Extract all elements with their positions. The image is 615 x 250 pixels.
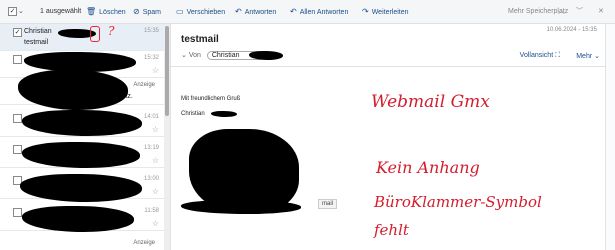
mail-time: 14:01 <box>143 114 159 120</box>
redaction <box>249 51 283 60</box>
close-preview-button[interactable]: ✕ <box>598 0 604 24</box>
mail-time: 15:35 <box>143 28 159 34</box>
right-sidebar <box>605 24 615 250</box>
expand-icon: ⛶ <box>555 52 560 59</box>
body-signature: Christian <box>181 111 205 117</box>
selected-count: 1 ausgewählt <box>40 8 82 15</box>
delete-label: Löschen <box>99 9 126 16</box>
mail-subject: testmail <box>24 39 49 46</box>
close-icon: ✕ <box>598 8 604 15</box>
reply-icon: ↶ <box>235 7 242 16</box>
more-label: Mehr <box>576 53 593 60</box>
more-button[interactable]: Mehr ⌄ <box>576 52 600 60</box>
expand-chevron-icon[interactable]: ⌄ <box>181 52 187 59</box>
delete-button[interactable]: 🗑 Löschen <box>86 0 126 24</box>
header-divider <box>171 66 615 67</box>
mail-list: Christian 15:35 testmail 15:32 ☆ Anzeige… <box>0 24 171 250</box>
ad-badge: Anzeige <box>131 240 157 246</box>
chevron-up-icon: ︿ <box>558 8 565 15</box>
body-greeting: Mit freundlichem Gruß <box>181 96 241 102</box>
reply-all-label: Allen Antworten <box>299 9 349 16</box>
annotation-title: Webmail Gmx <box>371 92 490 112</box>
chevron-down-icon: ⌄ <box>594 53 600 60</box>
star-icon[interactable]: ☆ <box>152 219 159 228</box>
star-icon[interactable]: ☆ <box>152 187 159 196</box>
preview-date: 10.06.2024 - 15:35 <box>546 27 597 33</box>
redaction <box>181 200 301 214</box>
row-checkbox[interactable] <box>13 208 22 217</box>
row-checkbox[interactable] <box>13 28 22 37</box>
red-question-mark: ? <box>108 24 115 38</box>
preview-subject: testmail <box>181 34 219 45</box>
reply-all-button[interactable]: ↶ Allen Antworten <box>290 0 348 24</box>
full-view-label: Vollansicht <box>519 52 554 59</box>
chevron-down-icon: ⌄ <box>18 8 24 15</box>
row-checkbox[interactable] <box>13 145 22 154</box>
trash-icon: 🗑 <box>86 7 97 16</box>
mail-time: 11:58 <box>144 208 159 214</box>
forward-icon: ↷ <box>362 7 369 16</box>
toolbar: ⌄ 1 ausgewählt 🗑Löschen ⊘Spam ▭Verschieb… <box>0 0 615 24</box>
full-view-button[interactable]: Vollansicht ⛶ <box>520 52 560 60</box>
select-menu-chevron[interactable]: ⌄ <box>18 0 24 24</box>
select-all-checkbox[interactable] <box>8 0 17 24</box>
mail-preview: testmail 10.06.2024 - 15:35 ⌄ Von Christ… <box>171 24 615 250</box>
mail-list-item[interactable]: Anzeige <box>0 234 165 250</box>
scrollbar-thumb[interactable] <box>165 26 169 116</box>
annotation-line3: fehlt <box>374 221 409 239</box>
forward-button[interactable]: ↷ Weiterleiten <box>362 0 409 24</box>
ad-badge: Anzeige <box>131 82 157 88</box>
block-icon: ⊘ <box>133 7 140 16</box>
annotation-line2: BüroKlammer-Symbol <box>374 193 542 211</box>
spam-button[interactable]: ⊘ Spam <box>133 0 161 24</box>
star-icon[interactable]: ☆ <box>152 66 159 75</box>
star-icon[interactable]: ☆ <box>152 125 159 134</box>
move-button[interactable]: ▭ Verschieben <box>176 0 225 24</box>
list-scrollbar[interactable] <box>164 24 170 250</box>
reply-all-icon: ↶ <box>290 7 297 16</box>
mail-sender: Christian <box>24 28 52 35</box>
folder-move-icon: ▭ <box>176 7 184 16</box>
sender-name: Christian <box>211 52 240 59</box>
previous-mail-button[interactable]: ︿ <box>558 0 565 24</box>
reply-button[interactable]: ↶ Antworten <box>235 0 276 24</box>
chevron-down-icon: ﹀ <box>576 8 583 15</box>
reply-label: Antworten <box>244 9 277 16</box>
row-checkbox[interactable] <box>13 55 22 64</box>
mail-time: 15:32 <box>143 55 159 61</box>
redaction <box>211 111 237 117</box>
mail-time: 13:00 <box>143 176 159 182</box>
spam-label: Spam <box>142 9 161 16</box>
move-label: Verschieben <box>186 9 226 16</box>
tooltip: mail <box>318 199 338 209</box>
red-highlight-box <box>90 26 100 42</box>
row-checkbox[interactable] <box>13 114 22 123</box>
from-label: Von <box>188 52 201 59</box>
mail-time: 13:19 <box>143 145 159 151</box>
forward-label: Weiterleiten <box>371 9 409 16</box>
checkbox-icon <box>8 6 17 16</box>
annotation-line1: Kein Anhang <box>376 158 480 177</box>
star-icon[interactable]: ☆ <box>152 156 159 165</box>
next-mail-button[interactable]: ﹀ <box>576 0 583 24</box>
